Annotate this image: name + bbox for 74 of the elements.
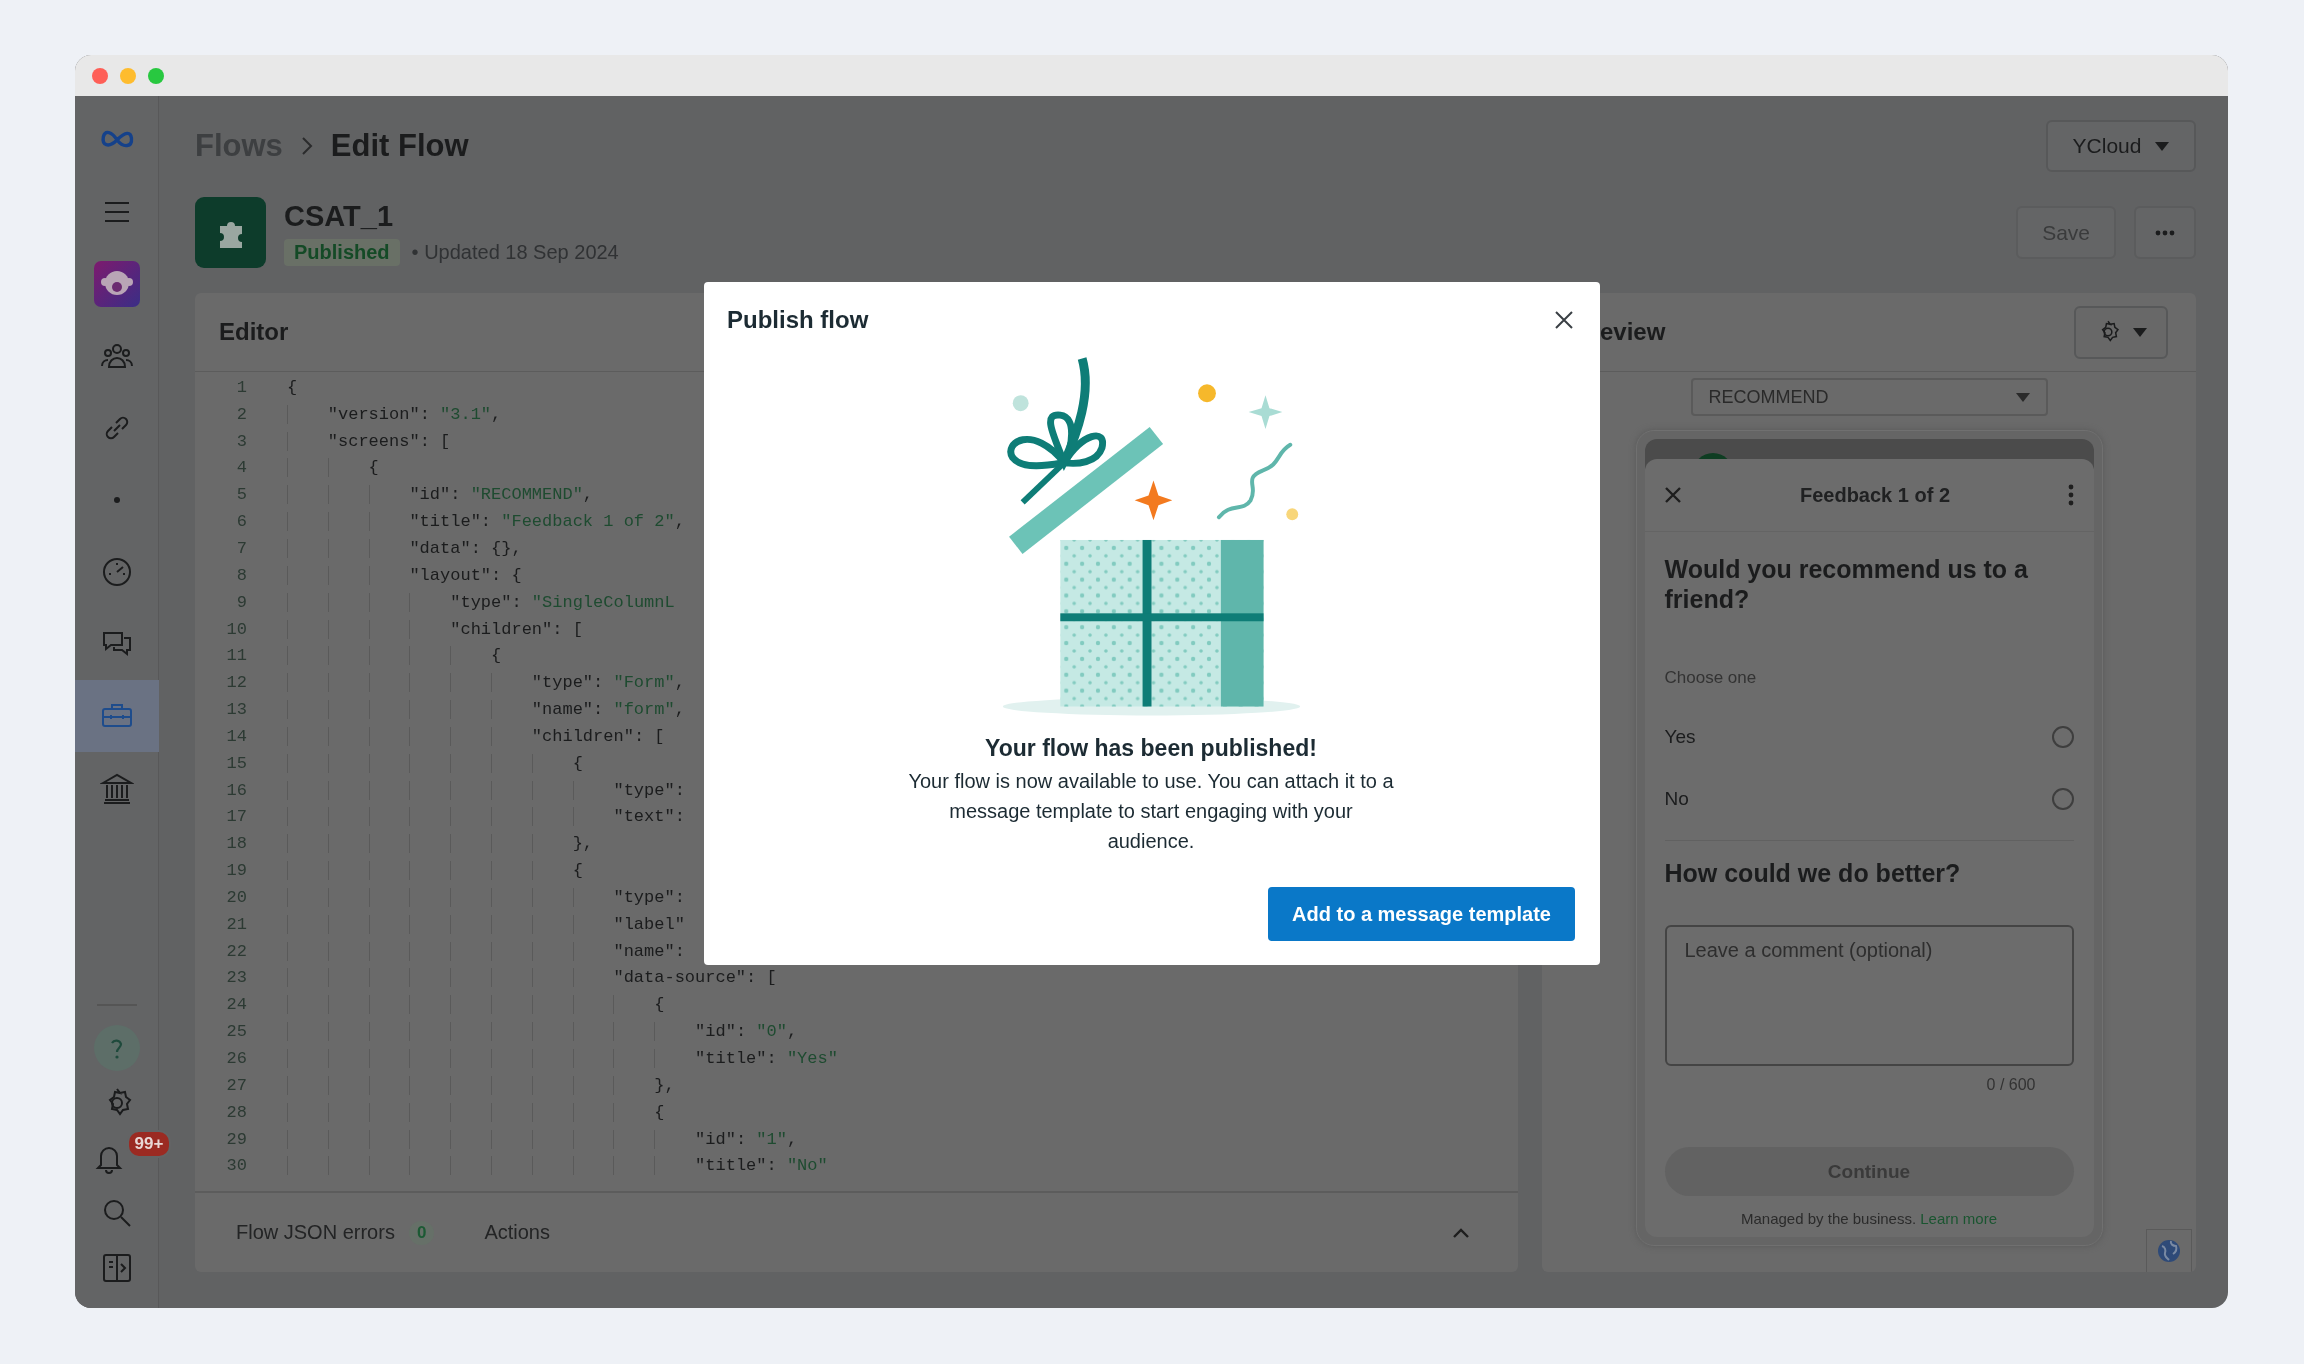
caret-icon	[2155, 141, 2170, 151]
chevron-up-icon[interactable]	[1452, 1226, 1470, 1239]
screen-select[interactable]: RECOMMEND	[1690, 378, 2048, 416]
breadcrumb-current: Edit Flow	[330, 128, 469, 164]
bank-icon[interactable]	[99, 771, 134, 805]
question-heading: How could we do better?	[1664, 859, 1962, 888]
radio-button[interactable]	[2051, 788, 2074, 810]
account-dropdown[interactable]: YCloud	[2046, 120, 2196, 172]
line-number: 12	[225, 673, 247, 693]
line-number: 1	[235, 377, 247, 397]
learn-more-link[interactable]: Learn more	[1920, 1210, 1997, 1227]
panel-title: eview	[1600, 318, 1666, 346]
globe-button[interactable]	[2146, 1229, 2192, 1272]
line-number: 26	[225, 1049, 247, 1068]
question-heading: Would you recommend us to a friend?	[1664, 554, 2029, 614]
line-number: 9	[235, 592, 247, 612]
line-number: 23	[225, 968, 247, 988]
option-label: Yes	[1664, 726, 1696, 748]
line-number: 10	[225, 619, 247, 639]
more-icon	[2155, 229, 2175, 236]
line-number: 14	[225, 726, 247, 746]
flow-name: CSAT_1	[284, 199, 395, 233]
line-number: 2	[235, 404, 247, 424]
maximize-window-icon[interactable]	[148, 67, 164, 84]
dialog-heading: Your flow has been published!	[984, 735, 1318, 762]
errors-tab[interactable]: Flow JSON errors	[236, 1221, 395, 1244]
close-button[interactable]	[1553, 309, 1575, 331]
puzzle-icon	[195, 197, 266, 268]
app-avatar-icon[interactable]	[93, 261, 140, 307]
line-number: 6	[235, 512, 247, 532]
line-number: 11	[225, 646, 247, 666]
line-number: 16	[225, 780, 247, 800]
error-count-badge: 0	[408, 1220, 435, 1245]
caret-icon	[2015, 392, 2030, 402]
kebab-menu-icon[interactable]	[2067, 484, 2074, 506]
globe-icon	[2157, 1239, 2181, 1263]
screen-title: Feedback 1 of 2	[1799, 483, 1951, 507]
line-number: 7	[235, 539, 247, 558]
close-icon[interactable]	[1662, 485, 1683, 505]
close-window-icon[interactable]	[92, 67, 108, 84]
field-label: Choose one	[1664, 668, 1758, 688]
line-number: 30	[225, 1156, 247, 1176]
character-counter: 0 / 600	[1986, 1076, 2036, 1093]
line-number: 25	[225, 1022, 247, 1042]
option-label: No	[1664, 788, 1689, 810]
managed-note: Managed by the business. Learn more	[1740, 1210, 1998, 1227]
line-number: 24	[225, 995, 247, 1015]
dialog-message: Your flow is now available to use. You can attach it to a message template to start engaging with your audience.	[907, 769, 1395, 854]
line-number: 20	[225, 887, 247, 907]
line-number: 3	[235, 431, 247, 451]
line-number: 19	[225, 861, 247, 881]
line-number: 28	[225, 1102, 247, 1122]
notification-count-badge: 99+	[126, 1130, 172, 1158]
dialog-title: Publish flow	[727, 306, 869, 334]
panel-title: Editor	[219, 318, 289, 346]
line-number: 21	[225, 914, 247, 934]
status-badge: Published	[284, 238, 400, 266]
line-number: 15	[225, 753, 247, 773]
line-number: 29	[225, 1129, 247, 1149]
line-number: 22	[225, 941, 247, 961]
settings-dropdown[interactable]	[2074, 305, 2168, 359]
line-number: 8	[235, 565, 247, 585]
dot-icon[interactable]	[113, 497, 120, 503]
comment-field[interactable]: Leave a comment (optional)	[1664, 925, 2074, 1066]
caret-icon	[2133, 327, 2147, 337]
line-number: 13	[225, 700, 247, 720]
line-number: 27	[225, 1075, 247, 1095]
line-number: 17	[225, 807, 247, 827]
line-number: 18	[225, 834, 247, 854]
line-number: 5	[235, 485, 247, 505]
line-number: 4	[235, 458, 247, 478]
actions-tab[interactable]: Actions	[484, 1221, 550, 1243]
radio-button[interactable]	[2051, 726, 2074, 748]
add-to-template-button[interactable]: Add to a message template	[1268, 887, 1575, 941]
